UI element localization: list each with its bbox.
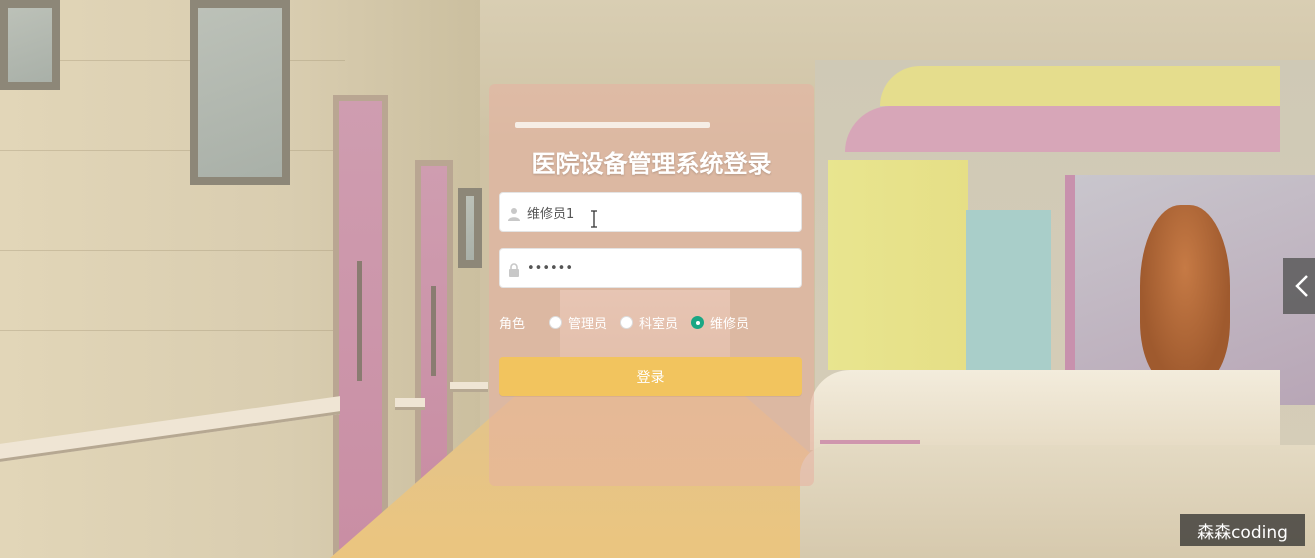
- kangaroo-illustration: [1140, 205, 1230, 385]
- role-label: 角色: [499, 317, 526, 332]
- card-top-light: [515, 122, 710, 128]
- reception-counter-top: [810, 370, 1280, 450]
- login-button[interactable]: 登录: [499, 357, 802, 396]
- teal-wall: [966, 210, 1051, 380]
- ceiling-yellow-band: [880, 66, 1280, 106]
- password-input[interactable]: [527, 249, 797, 287]
- username-field[interactable]: [499, 192, 802, 232]
- role-option-department[interactable]: 科室员: [620, 312, 678, 332]
- password-field[interactable]: [499, 248, 802, 288]
- login-card: 医院设备管理系统登录 角色 管理员 科室员: [489, 84, 814, 486]
- role-selector: 角色 管理员 科室员 维修员: [499, 312, 802, 332]
- handrail: [450, 382, 488, 392]
- window: [458, 188, 482, 268]
- wall-stripe: [0, 150, 345, 151]
- role-option-label: 维修员: [710, 316, 750, 332]
- yellow-pillar: [828, 160, 968, 370]
- watermark: 森森coding: [1180, 514, 1305, 546]
- page-title: 医院设备管理系统登录: [531, 150, 772, 178]
- text-cursor-icon: [590, 210, 598, 228]
- window: [190, 0, 290, 185]
- role-option-admin[interactable]: 管理员: [549, 312, 607, 332]
- wall-stripe: [0, 250, 345, 251]
- lock-icon: [508, 262, 520, 277]
- handrail: [395, 398, 425, 410]
- radio-maintenance[interactable]: [691, 315, 704, 329]
- counter-stripe: [820, 440, 920, 444]
- chevron-left-icon: [1295, 275, 1308, 297]
- user-icon: [508, 206, 520, 221]
- role-option-label: 科室员: [639, 316, 679, 332]
- ceiling-pink-band: [845, 106, 1280, 152]
- carousel-prev-button[interactable]: [1283, 258, 1315, 314]
- role-option-maintenance[interactable]: 维修员: [691, 312, 749, 332]
- username-input[interactable]: [527, 193, 797, 231]
- door: [333, 95, 388, 555]
- wall-stripe: [0, 330, 345, 331]
- radio-department[interactable]: [620, 315, 633, 329]
- radio-admin[interactable]: [549, 315, 562, 329]
- door: [415, 160, 453, 490]
- window: [0, 0, 60, 90]
- role-option-label: 管理员: [568, 316, 608, 332]
